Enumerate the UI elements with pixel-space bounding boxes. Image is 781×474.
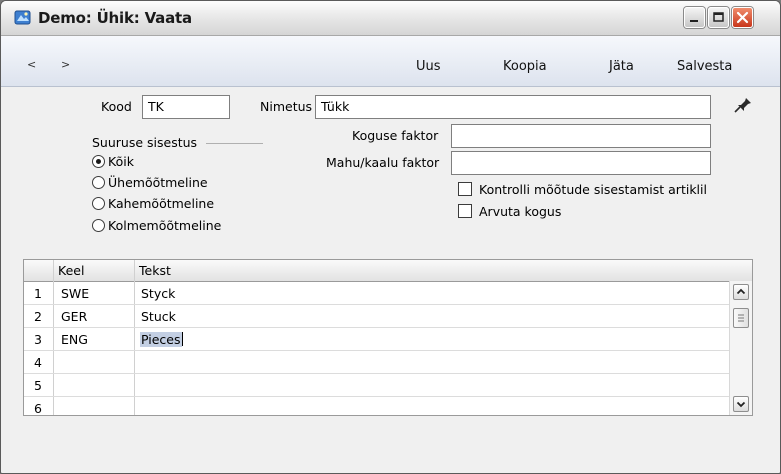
table-row[interactable]: 4: [24, 351, 729, 374]
title-bar[interactable]: Demo: Ühik: Vaata: [1, 1, 780, 36]
row-number: 3: [34, 332, 42, 347]
table-row[interactable]: 1 SWE Styck: [24, 282, 729, 305]
kood-label: Kood: [101, 99, 132, 114]
table-row[interactable]: 6: [24, 397, 729, 419]
maximize-icon: [713, 12, 724, 22]
prev-record-button[interactable]: <: [27, 58, 36, 71]
column-header-tekst[interactable]: Tekst: [139, 263, 171, 278]
group-divider: [206, 143, 263, 144]
maximize-button[interactable]: [708, 7, 729, 28]
save-button[interactable]: Salvesta: [677, 59, 732, 74]
window-title: Demo: Ühik: Vaata: [38, 9, 192, 27]
scroll-up-button[interactable]: [733, 284, 749, 300]
suuruse-sisestus-label: Suuruse sisestus: [92, 135, 198, 150]
checkbox-kontrolli-moote-label: Kontrolli mõõtude sisestamist artiklil: [479, 182, 707, 197]
close-icon: [736, 11, 749, 24]
row-number: 2: [34, 309, 42, 324]
close-button[interactable]: [732, 7, 753, 28]
scroll-thumb[interactable]: [733, 308, 749, 328]
table-row[interactable]: 3 ENG Pieces: [24, 328, 729, 351]
cell-tekst-editing[interactable]: Pieces: [140, 332, 183, 347]
selected-text: Pieces: [140, 332, 182, 347]
translation-grid: Keel Tekst 1 SWE Styck 2 GER Stuck 3 ENG…: [23, 259, 753, 416]
checkbox-kontrolli-moote[interactable]: [458, 182, 472, 196]
radio-button[interactable]: [92, 219, 105, 232]
scroll-down-button[interactable]: [733, 396, 749, 412]
cell-tekst[interactable]: Styck: [141, 286, 175, 301]
row-number: 1: [34, 286, 42, 301]
row-number: 6: [34, 401, 42, 416]
column-header-keel[interactable]: Keel: [58, 263, 84, 278]
window: Demo: Ühik: Vaata < > Uus Koopia Jäta Sa…: [0, 0, 781, 474]
radio-button[interactable]: [92, 176, 105, 189]
new-button[interactable]: Uus: [416, 59, 441, 74]
toolbar: < > Uus Koopia Jäta Salvesta: [1, 36, 780, 87]
radio-button[interactable]: [92, 155, 105, 168]
koguse-faktor-field[interactable]: [451, 124, 711, 148]
row-number: 4: [34, 355, 42, 370]
cell-tekst[interactable]: Stuck: [141, 309, 176, 324]
mahu-kaalu-faktor-field[interactable]: [451, 151, 711, 175]
chevron-up-icon: [736, 288, 746, 295]
nimetus-field[interactable]: Tükk: [315, 95, 711, 119]
cancel-button[interactable]: Jäta: [609, 59, 634, 74]
cell-keel[interactable]: GER: [61, 309, 87, 324]
checkbox-arvuta-kogus[interactable]: [458, 204, 472, 218]
mahu-kaalu-faktor-label: Mahu/kaalu faktor: [326, 155, 440, 170]
copy-button[interactable]: Koopia: [503, 59, 547, 74]
text-caret: [181, 332, 183, 346]
radio-label: Kahemõõtmeline: [108, 196, 215, 211]
radio-label: Kolmemõõtmeline: [108, 218, 222, 233]
table-row[interactable]: 5: [24, 374, 729, 397]
radio-label: Ühemõõtmeline: [108, 175, 208, 190]
chevron-down-icon: [736, 401, 746, 408]
grip-icon: [738, 314, 744, 322]
cell-keel[interactable]: SWE: [61, 286, 89, 301]
row-number: 5: [34, 378, 42, 393]
minimize-icon: [690, 20, 698, 22]
next-record-button[interactable]: >: [61, 58, 70, 71]
radio-label: Kõik: [108, 154, 134, 169]
cell-keel[interactable]: ENG: [61, 332, 88, 347]
pin-icon[interactable]: [733, 96, 753, 117]
minimize-button[interactable]: [684, 7, 705, 28]
app-icon: [14, 9, 32, 27]
koguse-faktor-label: Koguse faktor: [352, 128, 439, 143]
table-row[interactable]: 2 GER Stuck: [24, 305, 729, 328]
kood-field[interactable]: TK: [142, 95, 230, 119]
radio-button[interactable]: [92, 197, 105, 210]
nimetus-label: Nimetus: [260, 99, 313, 114]
checkbox-arvuta-kogus-label: Arvuta kogus: [479, 204, 562, 219]
vertical-scrollbar[interactable]: [729, 281, 752, 415]
